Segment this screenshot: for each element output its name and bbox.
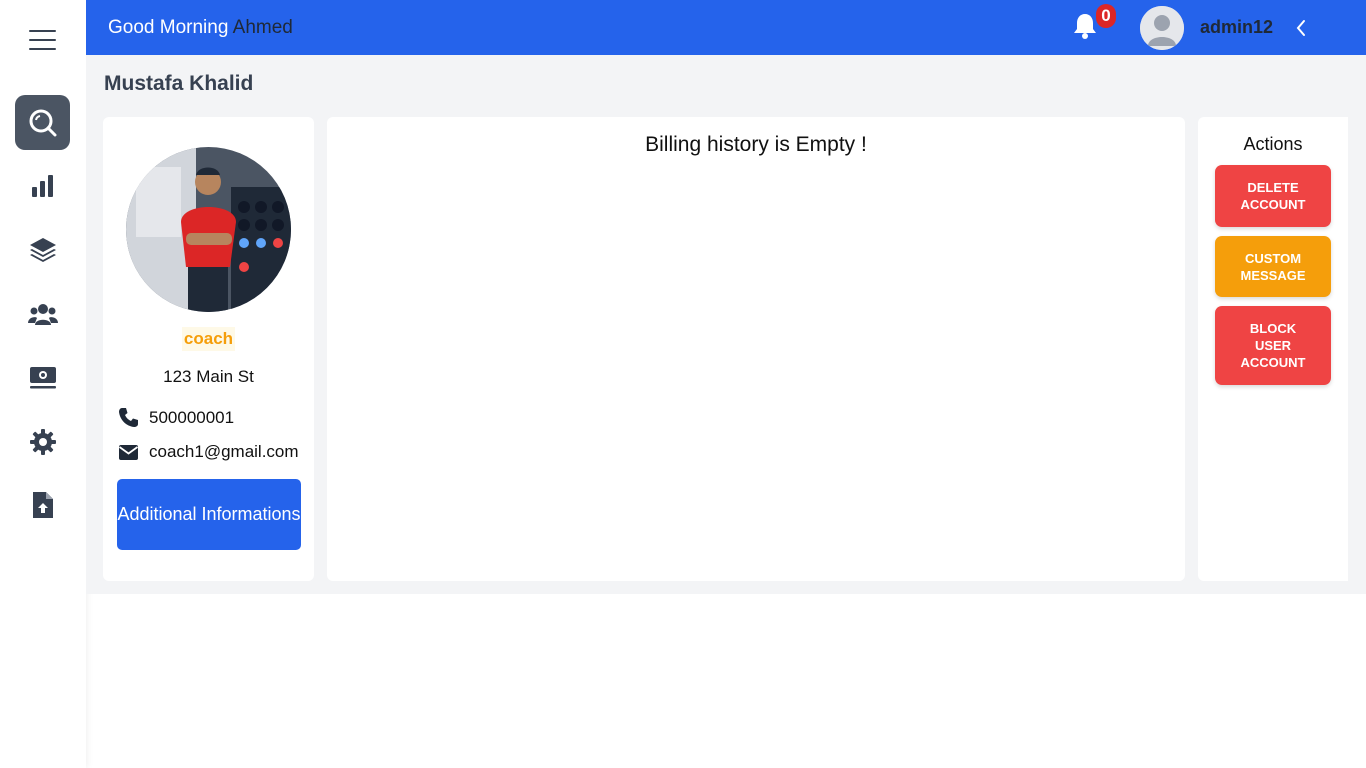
profile-card: coach 123 Main St 500000001 coach1@gmail… xyxy=(103,117,314,581)
phone-icon xyxy=(119,408,138,427)
sidebar xyxy=(0,0,86,768)
page-title: Mustafa Khalid xyxy=(104,72,254,95)
money-icon xyxy=(29,366,56,388)
address: 123 Main St xyxy=(163,367,254,386)
role-badge: coach xyxy=(181,327,236,351)
sidebar-item-users[interactable] xyxy=(15,286,70,341)
billing-history-card: Billing history is Empty ! xyxy=(327,117,1185,581)
email-address: coach1@gmail.com xyxy=(149,442,299,461)
layers-icon xyxy=(29,237,56,262)
username[interactable]: admin12 xyxy=(1200,17,1273,38)
sidebar-item-statistics[interactable] xyxy=(15,158,70,213)
sidebar-item-settings[interactable] xyxy=(15,414,70,469)
sidebar-item-layers[interactable] xyxy=(15,222,70,277)
gear-icon xyxy=(29,428,56,455)
chevron-left-icon[interactable] xyxy=(1294,18,1308,38)
sidebar-item-search[interactable] xyxy=(15,95,70,150)
actions-title: Actions xyxy=(1243,134,1303,154)
greeting: Good Morning Ahmed xyxy=(108,17,293,39)
phone-number: 500000001 xyxy=(149,407,235,427)
custom-message-button[interactable]: CUSTOM MESSAGE xyxy=(1215,236,1331,297)
greeting-text: Good Morning xyxy=(108,17,229,38)
notifications-button[interactable] xyxy=(1072,12,1098,40)
profile-photo xyxy=(126,147,291,312)
top-bar: Good Morning Ahmed 0 admin12 xyxy=(86,0,1366,55)
greeting-name: Ahmed xyxy=(232,17,293,38)
actions-card: Actions DELETE ACCOUNT CUSTOM MESSAGE BL… xyxy=(1198,117,1348,581)
users-icon xyxy=(27,303,58,325)
role-badge-container: coach xyxy=(103,327,314,351)
user-avatar[interactable] xyxy=(1140,6,1184,50)
notification-count-badge: 0 xyxy=(1096,4,1116,28)
bell-icon xyxy=(1074,14,1096,39)
chart-icon xyxy=(31,174,53,197)
envelope-icon xyxy=(118,444,139,460)
sidebar-item-file-upload[interactable] xyxy=(15,477,70,532)
phone-row: 500000001 xyxy=(118,407,234,428)
menu-toggle-icon[interactable] xyxy=(29,30,56,50)
search-icon xyxy=(29,109,56,136)
user-avatar-icon xyxy=(1140,6,1184,50)
file-upload-icon xyxy=(32,491,53,518)
sidebar-item-payments[interactable] xyxy=(15,350,70,405)
billing-empty-message: Billing history is Empty ! xyxy=(645,133,867,156)
email-row: coach1@gmail.com xyxy=(118,442,299,462)
additional-informations-button[interactable]: Additional Informations xyxy=(117,479,301,550)
main-content: Mustafa Khalid coach 123 Main St 5000000… xyxy=(86,55,1366,594)
block-user-account-button[interactable]: BLOCK USER ACCOUNT xyxy=(1215,306,1331,385)
delete-account-button[interactable]: DELETE ACCOUNT xyxy=(1215,165,1331,227)
